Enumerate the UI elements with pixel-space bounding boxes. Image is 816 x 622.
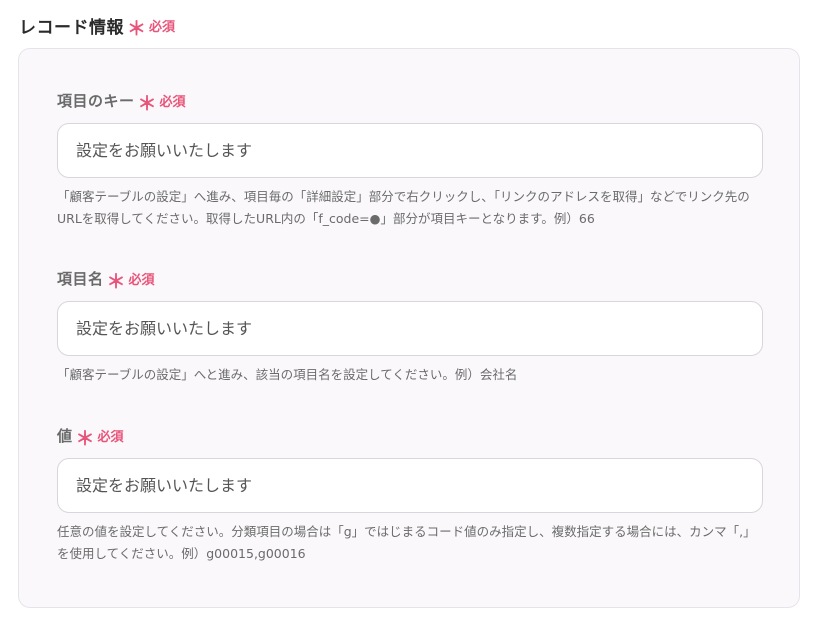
required-label: 必須 <box>159 94 186 110</box>
required-asterisk: ＊ <box>137 92 157 115</box>
section-header: レコード情報 ＊ 必須 <box>19 12 176 40</box>
required-asterisk: ＊ <box>106 270 126 293</box>
field-label-row: 値 ＊ 必須 <box>57 424 763 450</box>
item-name-input[interactable] <box>57 301 763 356</box>
field-label-row: 項目のキー ＊ 必須 <box>57 89 763 115</box>
item-key-input[interactable] <box>57 123 763 178</box>
item-key-label: 項目のキー <box>57 91 135 110</box>
item-name-help-text: 「顧客テーブルの設定」へと進み、該当の項目名を設定してください。例）会社名 <box>57 367 518 382</box>
item-key-help-text: 「顧客テーブルの設定」へ進み、項目毎の「詳細設定」部分で右クリックし、「リンクの… <box>57 189 750 226</box>
record-info-section: レコード情報 ＊ 必須 項目のキー ＊ 必須 「顧客テーブルの設定」へ進み、項目… <box>0 0 816 622</box>
required-asterisk: ＊ <box>75 427 95 450</box>
required-label: 必須 <box>128 272 155 288</box>
required-asterisk: ＊ <box>127 18 147 40</box>
required-label: 必須 <box>149 20 176 35</box>
value-label: 値 <box>57 426 73 445</box>
record-info-card: 項目のキー ＊ 必須 「顧客テーブルの設定」へ進み、項目毎の「詳細設定」部分で右… <box>18 48 800 608</box>
value-input[interactable] <box>57 458 763 513</box>
field-label-row: 項目名 ＊ 必須 <box>57 267 763 293</box>
field-item-key: 項目のキー ＊ 必須 「顧客テーブルの設定」へ進み、項目毎の「詳細設定」部分で右… <box>57 89 763 230</box>
field-value: 値 ＊ 必須 任意の値を設定してください。分類項目の場合は「g」ではじまるコード… <box>57 424 763 565</box>
field-item-name: 項目名 ＊ 必須 「顧客テーブルの設定」へと進み、該当の項目名を設定してください… <box>57 267 763 386</box>
required-label: 必須 <box>97 429 124 445</box>
section-title: レコード情報 <box>19 18 124 38</box>
item-name-label: 項目名 <box>57 269 104 288</box>
value-help-text: 任意の値を設定してください。分類項目の場合は「g」ではじまるコード値のみ指定し、… <box>57 524 756 561</box>
